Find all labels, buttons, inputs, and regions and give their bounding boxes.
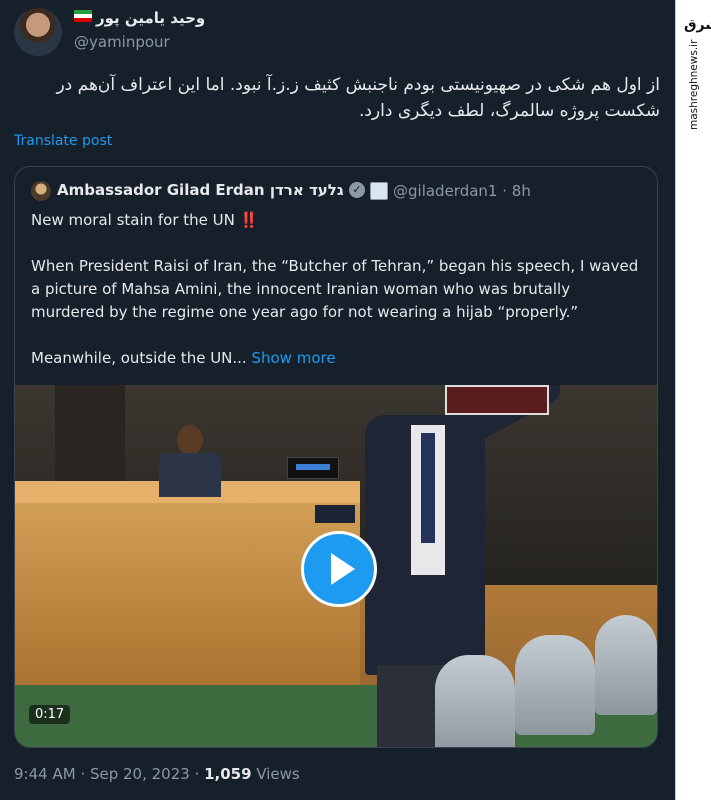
views-count: 1,059 <box>204 765 252 783</box>
views-label: Views <box>251 765 300 783</box>
desk-screen <box>287 457 339 479</box>
standing-person <box>55 385 125 495</box>
quoted-last-line: Meanwhile, outside the UN... <box>31 349 252 367</box>
play-icon <box>331 553 355 585</box>
quoted-text: New moral stain for the UN ‼️ When Presi… <box>31 209 643 370</box>
watermark-sidebar: مشرق mashreghnews.ir <box>675 0 711 800</box>
author-handle[interactable]: @yaminpour <box>74 33 170 51</box>
translate-post-link[interactable]: Translate post <box>14 133 112 149</box>
verified-icon: ✓ <box>349 182 365 198</box>
chair <box>595 615 657 715</box>
quoted-first-line: New moral stain for the UN <box>31 211 240 229</box>
author-name[interactable]: وحید یامین پور <box>96 9 205 27</box>
seated-delegate <box>155 425 225 497</box>
quoted-tweet[interactable]: Ambassador Gilad Erdan גלעד ארדן ✓ @gila… <box>14 166 658 748</box>
post-metadata: 9:44 AM · Sep 20, 2023 · 1,059 Views <box>14 765 300 783</box>
post-text: از اول هم شکی در صهیونیستی بودم ناجنبش ک… <box>56 75 660 121</box>
mashregh-logo: مشرق <box>684 17 711 33</box>
nameplate <box>315 505 355 523</box>
show-more-link[interactable]: Show more <box>251 349 335 367</box>
tweet-panel: وحید یامین پور @yaminpour از اول هم شکی … <box>0 0 675 800</box>
post-timestamp[interactable]: 9:44 AM · Sep 20, 2023 · <box>14 765 204 783</box>
quoted-paragraph: When President Raisi of Iran, the “Butch… <box>31 257 644 321</box>
quoted-handle-time: @giladerdan1 · 8h <box>393 182 531 200</box>
site-url: mashreghnews.ir <box>688 39 700 130</box>
double-exclamation-icon: ‼️ <box>239 211 259 229</box>
held-photo <box>445 385 549 415</box>
chair <box>435 655 515 747</box>
quoted-author-avatar <box>31 181 51 201</box>
video-player[interactable]: 0:17 <box>15 385 657 747</box>
un-affiliation-icon <box>370 182 388 200</box>
quoted-author-name: Ambassador Gilad Erdan גלעד ארדן <box>57 181 344 199</box>
author-avatar[interactable] <box>14 8 62 56</box>
iran-flag-icon <box>74 10 92 22</box>
video-duration: 0:17 <box>29 705 71 724</box>
chair <box>515 635 595 735</box>
play-button[interactable] <box>301 531 377 607</box>
